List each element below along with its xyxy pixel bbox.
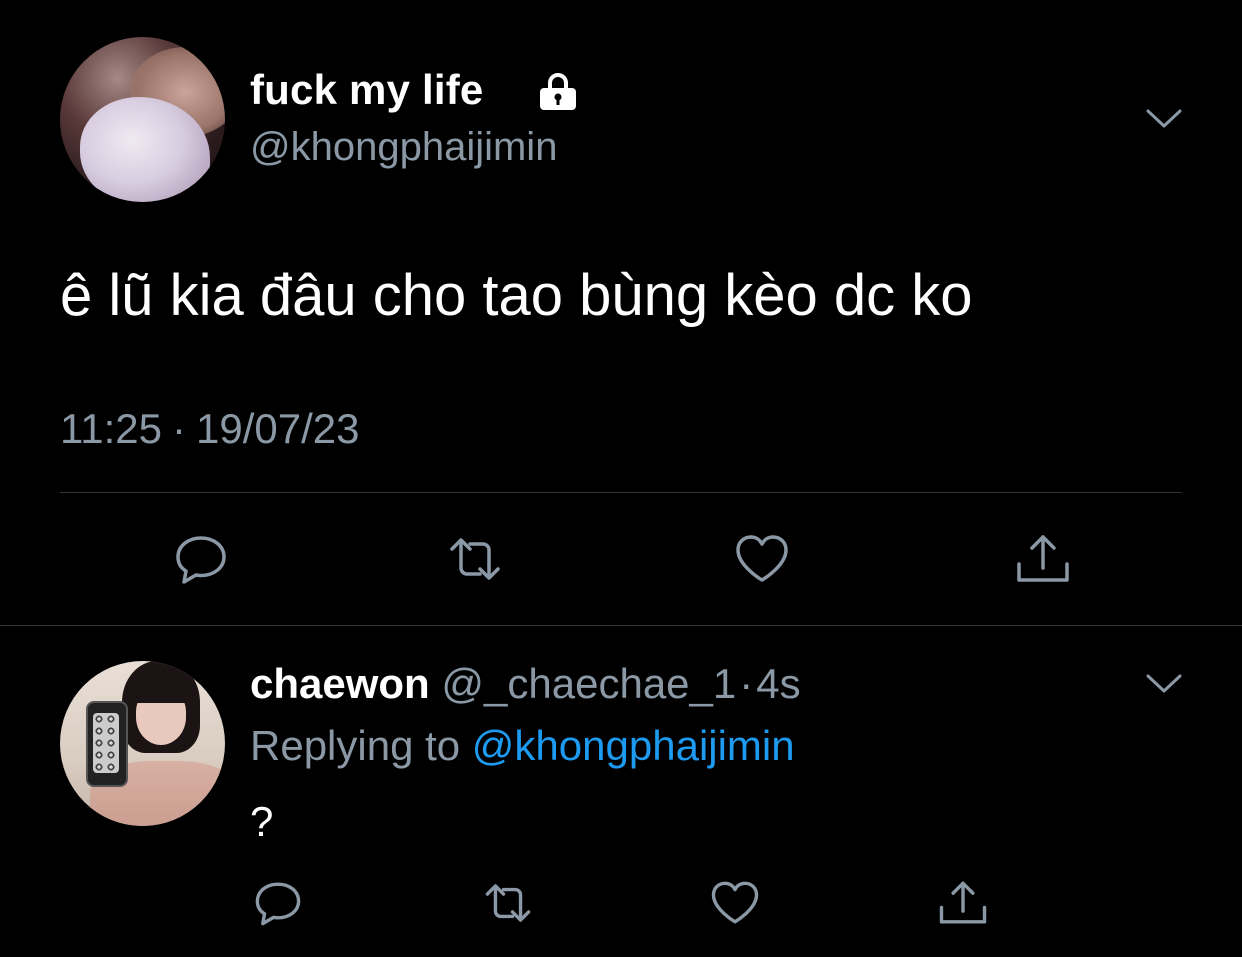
divider [60,492,1182,493]
reply-display-name[interactable]: chaewon [250,660,430,707]
like-icon[interactable] [733,530,791,588]
like-icon[interactable] [709,877,761,929]
retweet-icon[interactable] [446,530,504,588]
replying-to-label: Replying to [250,722,461,769]
retweet-icon[interactable] [482,877,534,929]
reply-icon[interactable] [252,877,304,929]
replying-to: Replying to @khongphaijimin [250,722,795,770]
share-icon[interactable] [937,877,989,929]
reply-separator: · [739,660,754,707]
avatar-bangs [132,679,190,703]
tweet-timestamp[interactable]: 11:25 · 19/07/23 [60,405,360,453]
tweet-date: 19/07/23 [196,405,360,452]
share-icon[interactable] [1014,530,1072,588]
replying-to-mention[interactable]: @khongphaijimin [472,722,795,769]
avatar-phone [86,701,128,787]
divider [0,625,1242,626]
reply-icon[interactable] [172,530,230,588]
timestamp-separator: · [172,405,186,452]
author-avatar[interactable] [60,37,225,202]
author-handle[interactable]: @khongphaijimin [250,125,557,170]
reply-author-avatar[interactable] [60,661,225,826]
reply-header: chaewon @_chaechae_1·4s [250,660,801,708]
lock-icon [536,72,580,112]
chevron-down-icon[interactable] [1145,108,1183,130]
chevron-down-icon[interactable] [1145,673,1183,695]
reply-time[interactable]: 4s [756,660,800,707]
reply-text: ? [250,798,274,845]
tweet-time: 11:25 [60,405,162,452]
reply-handle[interactable]: @_chaechae_1 [441,660,736,707]
tweet-text: ê lũ kia đâu cho tao bùng kèo dc ko [60,263,973,328]
author-display-name[interactable]: fuck my life [250,66,483,114]
